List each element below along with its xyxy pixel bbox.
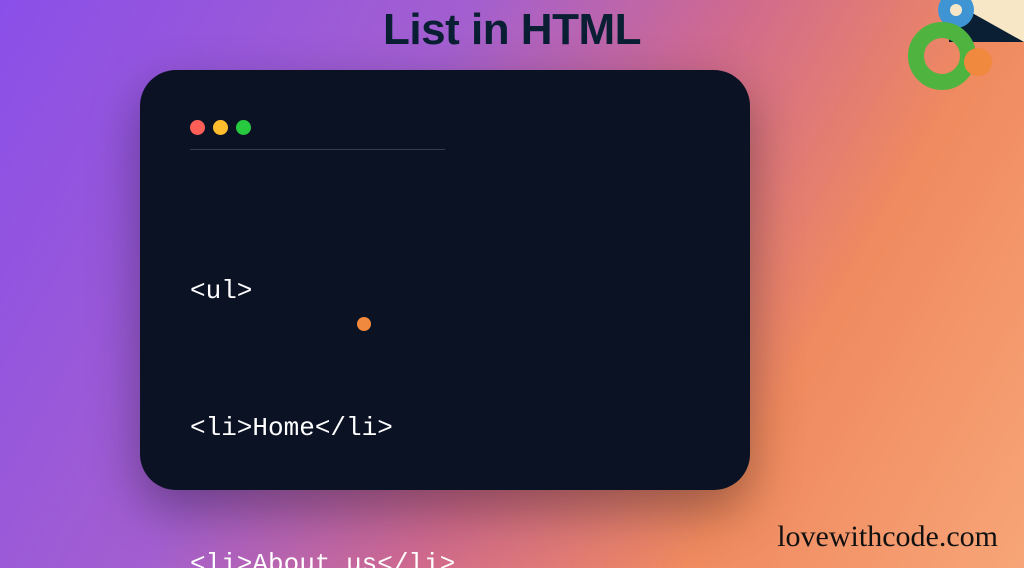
page-title: List in HTML [383, 5, 641, 55]
code-block: <ul> <li>Home</li> <li>About us</li> <li… [190, 178, 700, 568]
code-window: <ul> <li>Home</li> <li>About us</li> <li… [140, 70, 750, 490]
cursor-dot-icon [357, 317, 371, 331]
divider [190, 149, 445, 150]
window-maximize-icon [236, 120, 251, 135]
corner-decoration [894, 0, 1024, 110]
code-line: <li>About us</li> [190, 542, 700, 568]
traffic-lights [190, 120, 700, 135]
watermark: lovewithcode.com [777, 520, 998, 554]
window-close-icon [190, 120, 205, 135]
code-line: <li>Home</li> [190, 406, 700, 452]
window-minimize-icon [213, 120, 228, 135]
code-line: <ul> [190, 269, 700, 315]
